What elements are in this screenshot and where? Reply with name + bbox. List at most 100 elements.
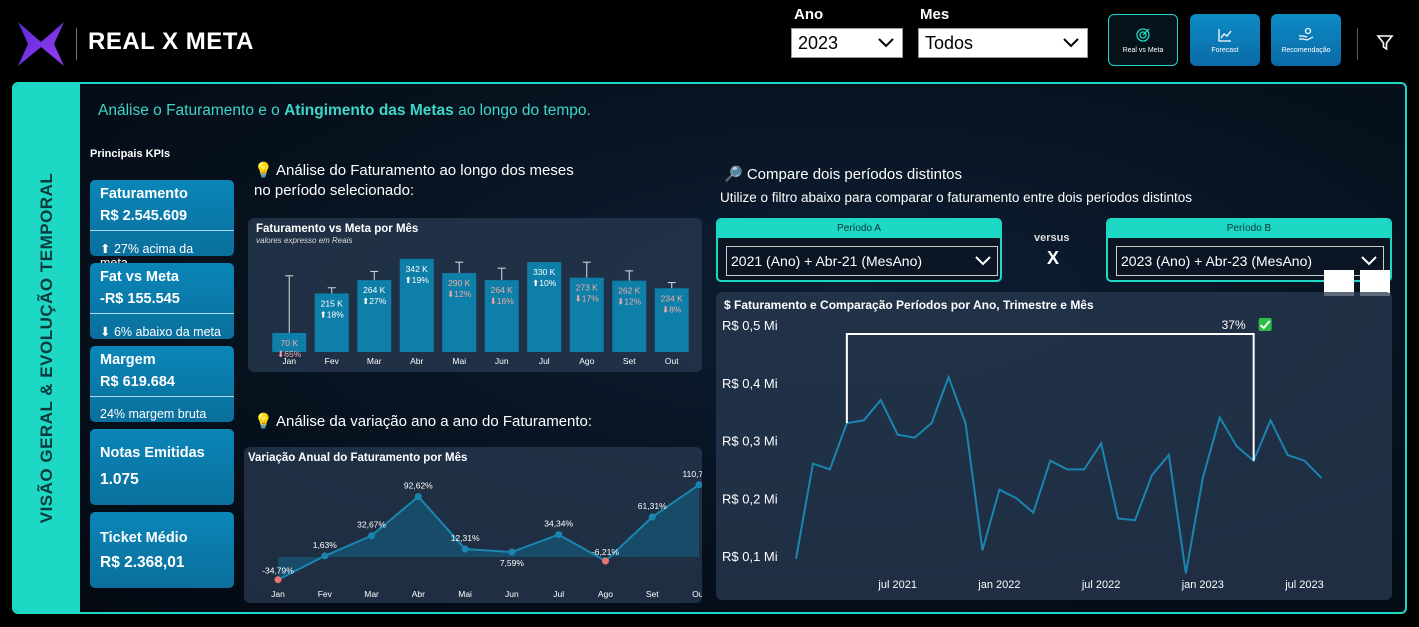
line-y-tick: R$ 0,4 Mi: [722, 376, 778, 391]
filter-icon[interactable]: [1376, 34, 1394, 52]
kpi-value: R$ 2.368,01: [100, 554, 185, 571]
line-y-tick: R$ 0,1 Mi: [722, 549, 778, 564]
nav-label: Real vs Meta: [1122, 46, 1164, 54]
bar-value-label: 264 K: [491, 285, 514, 295]
compare-section-subtitle: Utilize o filtro abaixo para comparar o …: [720, 190, 1192, 205]
bar-x-tick: Abr: [410, 356, 423, 366]
kpi-notas-emitidas[interactable]: Notas Emitidas 1.075: [90, 429, 234, 505]
kpi-margem[interactable]: Margem R$ 619.684 24% margem bruta: [90, 346, 234, 422]
top-bar: REAL X META Ano 2023 Mes Todos Real vs M…: [0, 0, 1419, 82]
mes-value: Todos: [925, 32, 974, 53]
headline-post: ao longo do tempo.: [453, 102, 591, 119]
versus-x: X: [1047, 248, 1060, 268]
periodo-a-value: 2021 (Ano) + Abr-21 (MesAno): [731, 253, 923, 269]
area-point: [321, 552, 329, 560]
area-data-label: 34,34%: [544, 519, 573, 529]
area-data-label: 12,31%: [451, 533, 480, 543]
area-data-label: 7,59%: [500, 558, 525, 568]
bar-x-tick: Jan: [282, 356, 296, 366]
bar-value-label: 264 K: [363, 285, 386, 295]
mes-dropdown[interactable]: Todos: [918, 28, 1088, 58]
nav-label: Recomendação: [1281, 46, 1331, 54]
kpi-value: -R$ 155.545: [100, 291, 180, 307]
kpi-fat-vs-meta[interactable]: Fat vs Meta -R$ 155.545 ⬇ 6% abaixo da m…: [90, 263, 234, 339]
kpi-title: Margem: [100, 352, 156, 368]
target-icon: [1136, 27, 1150, 42]
ano-label: Ano: [794, 6, 824, 23]
line-x-tick: jan 2023: [1181, 579, 1224, 591]
headline-bold: Atingimento das Metas: [284, 102, 454, 119]
kpi-ticket-medio[interactable]: Ticket Médio R$ 2.368,01: [90, 512, 234, 588]
chevron-down-icon: [1063, 38, 1079, 48]
area-data-label: 92,62%: [404, 481, 433, 491]
area-x-tick: Jan: [271, 589, 285, 599]
bar-x-tick: Jul: [539, 356, 550, 366]
line-y-tick: R$ 0,5 Mi: [722, 318, 778, 333]
area-point: [274, 576, 282, 584]
kpi-faturamento[interactable]: Faturamento R$ 2.545.609 ⬆ 27% acima da …: [90, 180, 234, 270]
periodo-a-label: Período A: [718, 220, 1000, 238]
compare-section-title: 🔎 Compare dois períodos distintos: [724, 166, 962, 183]
area-point: [601, 557, 609, 565]
nav-recomendacao-button[interactable]: Recomendação: [1271, 14, 1341, 66]
sidebar-label: VISÃO GERAL & EVOLUÇÃO TEMPORAL: [37, 172, 56, 524]
bar-variance-label: ⬆10%: [532, 278, 557, 288]
area-data-label: 61,31%: [638, 501, 667, 511]
bar-value-label: 262 K: [618, 286, 641, 296]
area-x-tick: Jul: [553, 589, 564, 599]
area-x-tick: Ago: [598, 589, 613, 599]
line-x-tick: jan 2022: [977, 579, 1020, 591]
area-point: [368, 532, 376, 540]
line-chart: R$ 0,1 Mi R$ 0,2 Mi R$ 0,3 Mi R$ 0,4 Mi R$ 0…: [722, 318, 1324, 591]
chart-icon: [1218, 28, 1232, 42]
kpi-divider: [90, 230, 234, 231]
bar-value-label: 330 K: [533, 267, 556, 277]
var-section-title: 💡 Análise da variação ano a ano do Fatur…: [254, 413, 593, 430]
line-y-tick: R$ 0,2 Mi: [722, 491, 778, 506]
area-x-tick: Fev: [318, 589, 333, 599]
bar-value-label: 215 K: [321, 298, 344, 308]
area-x-tick: Mar: [364, 589, 379, 599]
bar-variance-label: ⬇8%: [662, 304, 682, 314]
periodo-a-box: Período A 2021 (Ano) + Abr-21 (MesAno): [716, 218, 1002, 282]
area-x-tick: Jun: [505, 589, 519, 599]
fat-section-title: 💡 Análise do Faturamento ao longo dos me…: [254, 161, 574, 201]
bar-x-tick: Set: [623, 356, 636, 366]
area-chart: -34,79% Jan 1,63% Fev 32,67% Mar 92,62% Abr 12,3…: [262, 469, 702, 599]
bar-chart-panel: Faturamento vs Meta por Mês valores expr…: [248, 218, 702, 372]
line-x-tick: jul 2021: [877, 579, 917, 591]
chevron-down-icon: [1361, 256, 1377, 266]
logo-icon: [18, 22, 64, 66]
line-x-tick: jul 2022: [1081, 579, 1121, 591]
bar-chart: 70 K⬇65%Jan215 K⬆18%Fev264 K⬆27%Mar342 K…: [272, 258, 689, 366]
periodo-b-label: Período B: [1108, 220, 1390, 238]
mes-label: Mes: [920, 6, 950, 23]
nav-forecast-button[interactable]: Forecast: [1190, 14, 1260, 66]
area-data-label: -6,21%: [592, 547, 619, 557]
ano-dropdown[interactable]: 2023: [791, 28, 903, 58]
area-chart-panel: Variação Anual do Faturamento por Mês -3…: [244, 447, 702, 603]
kpi-title: Notas Emitidas: [100, 445, 205, 461]
bar-variance-label: ⬇12%: [447, 289, 472, 299]
area-point: [555, 531, 563, 539]
bar-variance-label: ⬇12%: [617, 297, 642, 307]
kpi-title: Faturamento: [100, 186, 188, 202]
bar-value-label: 234 K: [661, 293, 684, 303]
area-data-label: -34,79%: [262, 566, 294, 576]
periodo-a-dropdown[interactable]: 2021 (Ano) + Abr-21 (MesAno): [726, 246, 998, 276]
area-point: [414, 493, 422, 501]
area-x-tick: Abr: [412, 589, 425, 599]
chevron-down-icon: [975, 256, 991, 266]
area-data-label: 1,63%: [313, 540, 338, 550]
area-x-tick: Mai: [458, 589, 472, 599]
nav-real-vs-meta-button[interactable]: Real vs Meta: [1108, 14, 1178, 66]
bar-value-label: 273 K: [576, 283, 599, 293]
bar-variance-label: ⬇16%: [490, 296, 515, 306]
fat-title-line1: 💡 Análise do Faturamento ao longo dos me…: [254, 162, 574, 179]
nav-label: Forecast: [1211, 46, 1239, 54]
headline: Análise o Faturamento e o Atingimento da…: [98, 102, 591, 120]
bar-variance-label: ⬇17%: [575, 294, 600, 304]
kpi-title: Fat vs Meta: [100, 269, 179, 285]
area-point: [461, 545, 469, 553]
ano-value: 2023: [798, 32, 839, 53]
